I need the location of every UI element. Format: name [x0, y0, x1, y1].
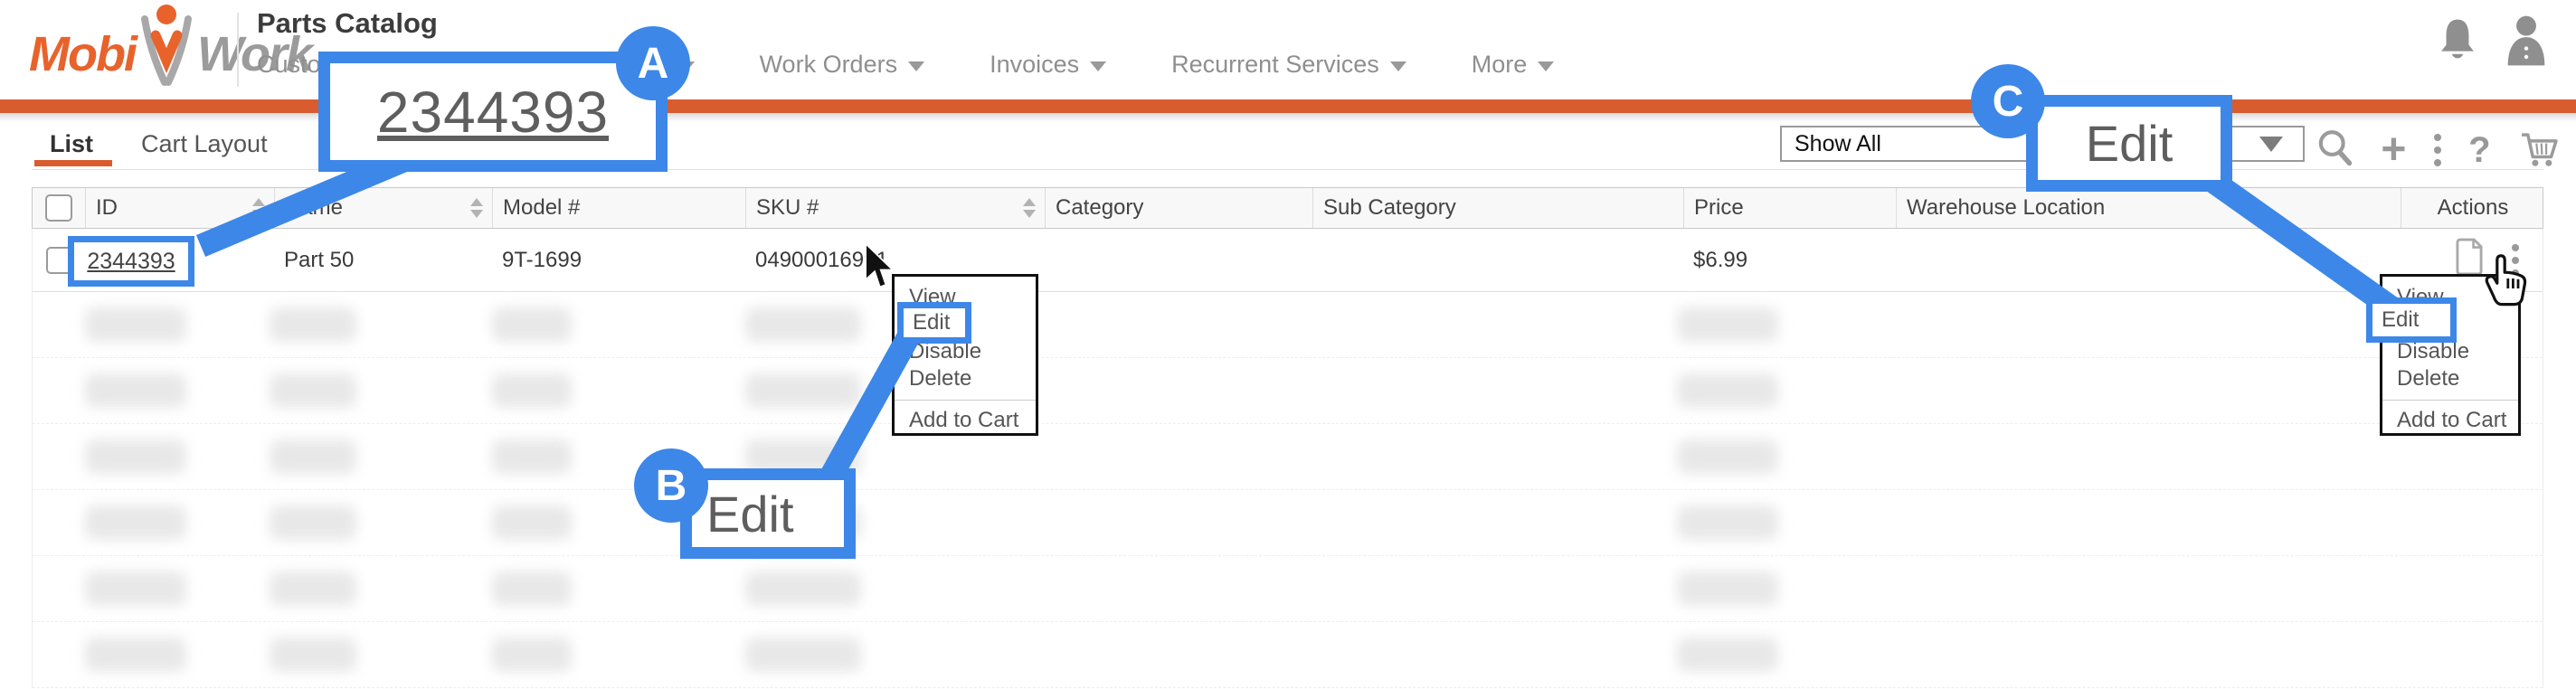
page-title: Parts Catalog — [257, 7, 438, 40]
select-arrow-icon — [2259, 137, 2283, 152]
help-icon[interactable]: ? — [2468, 130, 2490, 171]
more-options-icon[interactable] — [2434, 134, 2441, 166]
logo-person-icon — [137, 3, 195, 90]
menu-item-delete[interactable]: Delete — [2382, 365, 2518, 392]
select-all-checkbox[interactable] — [45, 194, 72, 222]
header-divider — [237, 13, 239, 87]
callout-a-badge: A — [616, 26, 690, 100]
nav-item-more[interactable]: More — [1472, 51, 1555, 79]
menu-item-add-to-cart[interactable]: Add to Cart — [895, 401, 1036, 440]
cell-name: Part 50 — [275, 229, 493, 291]
search-icon[interactable] — [2316, 128, 2353, 173]
callout-c-text: Edit — [2086, 114, 2174, 173]
table-body: Part 50 9T-1699 04900016991 $6.99 — [32, 229, 2543, 688]
edit-menu-item-highlight[interactable]: Edit — [897, 302, 971, 344]
nav-item-work-orders[interactable]: Work Orders — [760, 51, 925, 79]
edit-menu-item-highlight[interactable]: Edit — [2366, 297, 2457, 343]
menu-item-delete[interactable]: Delete — [895, 365, 1036, 392]
callout-a-text: 2344393 — [377, 79, 609, 146]
sort-icon[interactable] — [470, 198, 483, 218]
sort-icon[interactable] — [252, 198, 265, 218]
table-row-blurred[interactable] — [33, 622, 2543, 688]
callout-a-box: 2344393 — [318, 52, 668, 172]
col-header-id[interactable]: ID — [86, 188, 275, 228]
table-row-blurred[interactable] — [33, 424, 2543, 490]
cell-category — [1046, 229, 1313, 291]
chevron-down-icon — [1390, 61, 1406, 71]
table-row[interactable]: Part 50 9T-1699 04900016991 $6.99 — [33, 229, 2543, 292]
row-id-link[interactable]: 2344393 — [68, 236, 194, 287]
table-row-blurred[interactable] — [33, 490, 2543, 556]
parts-table: ID Name Model # SKU # Category Sub Categ… — [32, 187, 2543, 688]
tab-cart-layout[interactable]: Cart Layout — [141, 130, 268, 158]
col-header-model[interactable]: Model # — [493, 188, 746, 228]
row-context-menu: View Edit Disable Delete Add to Cart — [892, 274, 1038, 436]
menu-item-add-to-cart[interactable]: Add to Cart — [2382, 401, 2518, 440]
col-header-actions: Actions — [2401, 188, 2544, 228]
cell-price: $6.99 — [1684, 229, 1897, 291]
logo-text-mobi: Mobi — [29, 18, 136, 90]
col-header-warehouse-location[interactable]: Warehouse Location — [1897, 188, 2401, 228]
callout-b-badge: B — [634, 448, 708, 523]
callout-c-box: Edit — [2026, 95, 2232, 192]
nav-item-recurrent-services[interactable]: Recurrent Services — [1171, 51, 1406, 79]
table-row-blurred[interactable] — [33, 292, 2543, 358]
callout-c-badge: C — [1971, 64, 2045, 138]
table-row-blurred[interactable] — [33, 556, 2543, 622]
sort-icon[interactable] — [1023, 198, 1036, 218]
chevron-down-icon — [1090, 61, 1106, 71]
row-actions-menu-button[interactable] — [2512, 244, 2519, 277]
nav-item-invoices[interactable]: Invoices — [990, 51, 1106, 79]
bell-icon[interactable] — [2435, 15, 2480, 71]
col-header-category[interactable]: Category — [1046, 188, 1313, 228]
table-header-row: ID Name Model # SKU # Category Sub Categ… — [32, 187, 2543, 229]
user-icon[interactable] — [2504, 14, 2549, 71]
col-header-price[interactable]: Price — [1684, 188, 1897, 228]
chevron-down-icon — [1538, 61, 1554, 71]
active-tab-underline — [34, 160, 112, 166]
col-header-sub-category[interactable]: Sub Category — [1313, 188, 1684, 228]
cell-warehouse-location — [1897, 229, 2401, 291]
table-row-blurred[interactable] — [33, 358, 2543, 424]
cell-sub-category — [1313, 229, 1684, 291]
cell-model: 9T-1699 — [493, 229, 746, 291]
chevron-down-icon — [908, 61, 924, 71]
col-header-name[interactable]: Name — [275, 188, 493, 228]
col-header-sku[interactable]: SKU # — [746, 188, 1046, 228]
tab-list[interactable]: List — [50, 130, 93, 158]
cart-icon[interactable] — [2518, 127, 2560, 174]
add-icon[interactable]: + — [2381, 132, 2406, 168]
parts-catalog-page: Mobi Work Parts Catalog Customers Parts — [0, 0, 2576, 689]
